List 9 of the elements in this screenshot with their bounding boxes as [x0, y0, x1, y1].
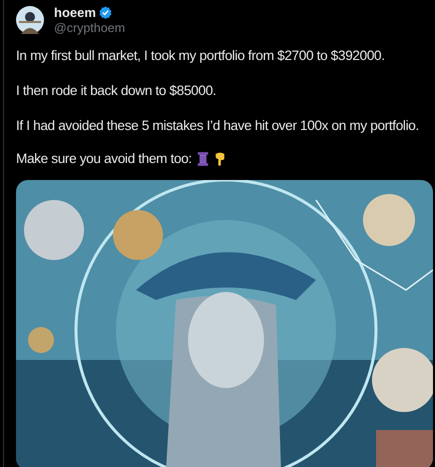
tweet-text: If I had avoided these 5 mistakes I’d have hit over 100x on my portfolio. [16, 117, 420, 135]
pointing-down-hand-icon [214, 151, 226, 167]
thread-spool-icon [196, 151, 209, 167]
tweet-text: I then rode it back down to $85000. [16, 82, 218, 100]
author-handle[interactable]: @crypthoem [54, 21, 126, 35]
tweet-text: Make sure you avoid them too: [16, 150, 192, 168]
author-name[interactable]: hoeem [54, 5, 96, 20]
avatar[interactable] [16, 6, 44, 34]
tweet-text: In my first bull market, I took my portfolio from $2700 to $392000. [16, 47, 386, 65]
